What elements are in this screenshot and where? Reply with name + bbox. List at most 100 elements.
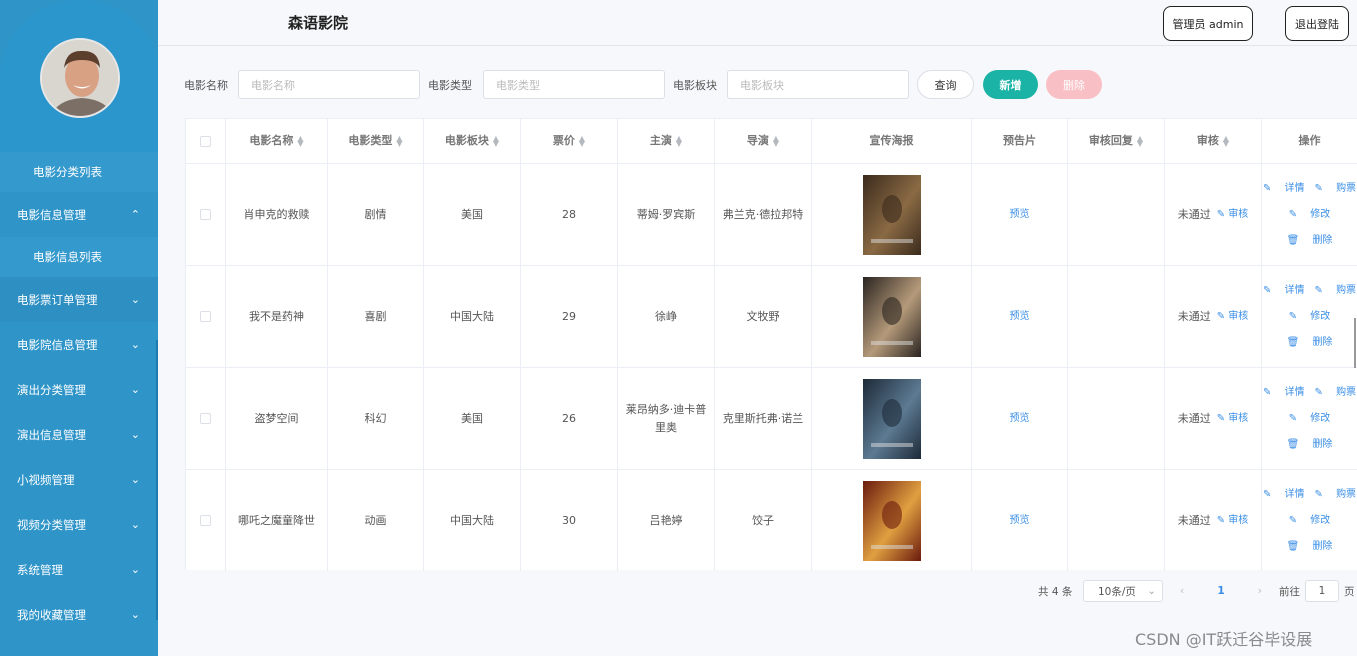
buy-ticket-button[interactable]: ✎ 购票 bbox=[1315, 489, 1357, 500]
page-number-current[interactable]: 1 bbox=[1217, 585, 1224, 597]
prev-page-icon[interactable]: ‹ bbox=[1180, 585, 1184, 597]
query-button[interactable]: 查询 bbox=[917, 70, 974, 99]
detail-button[interactable]: ✎ 详情 bbox=[1263, 183, 1305, 194]
sort-icon[interactable]: ▲ ▼ bbox=[297, 135, 303, 148]
trailer-preview-link[interactable]: 预览 bbox=[1010, 308, 1030, 326]
sidebar-item[interactable]: 电影信息列表 bbox=[0, 237, 158, 277]
table-cell-price: 29 bbox=[521, 266, 618, 367]
poster-image[interactable] bbox=[862, 174, 921, 255]
detail-button[interactable]: ✎ 详情 bbox=[1263, 387, 1305, 398]
column-header-label: 操作 bbox=[1298, 134, 1321, 147]
table-cell-name: 盗梦空间 bbox=[226, 368, 328, 469]
detail-button[interactable]: ✎ 详情 bbox=[1263, 285, 1305, 296]
delete-row-button[interactable]: 🗑 删除 bbox=[1287, 235, 1333, 246]
sidebar-item[interactable]: 小视频管理 ⌄ bbox=[0, 457, 158, 502]
edit-icon: ✎ bbox=[1288, 412, 1301, 424]
audit-link[interactable]: ✎ 审核 bbox=[1217, 206, 1249, 224]
audit-link[interactable]: ✎ 审核 bbox=[1217, 410, 1249, 428]
ops-line: ✎ 修改 bbox=[1289, 206, 1331, 224]
add-button[interactable]: 新增 bbox=[983, 70, 1038, 99]
edit-label: 修改 bbox=[1310, 310, 1331, 322]
sidebar-item[interactable]: 演出信息管理 ⌄ bbox=[0, 412, 158, 457]
table-cell-poster bbox=[812, 470, 972, 571]
buy-ticket-button[interactable]: ✎ 购票 bbox=[1315, 285, 1357, 296]
edit-button[interactable]: ✎ 修改 bbox=[1289, 515, 1331, 526]
ops-line: ✎ 详情 ✎ 购票 bbox=[1263, 486, 1356, 504]
detail-button[interactable]: ✎ 详情 bbox=[1263, 489, 1305, 500]
sidebar-item[interactable]: 电影院信息管理 ⌄ bbox=[0, 322, 158, 367]
page-size-select[interactable]: 10条/页 ⌄ bbox=[1083, 580, 1163, 602]
row-checkbox[interactable] bbox=[200, 311, 211, 322]
cell-text: 美国 bbox=[461, 411, 483, 425]
select-all-checkbox[interactable] bbox=[200, 135, 211, 147]
movie-name-label: 电影名称 bbox=[184, 79, 228, 92]
table-cell-ops: ✎ 详情 ✎ 购票 ✎ 修改 🗑 删除 bbox=[1262, 266, 1357, 367]
table-cell-ops: ✎ 详情 ✎ 购票 ✎ 修改 🗑 删除 bbox=[1262, 368, 1357, 469]
table-row: 肖申克的救赎 剧情 美国 28 蒂姆·罗宾斯 弗兰克·德拉邦特 预览 未通过 ✎ 审核 ✎ 详情 ✎… bbox=[186, 163, 1357, 265]
pagination-total: 共 4 条 bbox=[1038, 585, 1073, 598]
next-page-icon[interactable]: › bbox=[1258, 585, 1262, 597]
sidebar-item[interactable]: 电影分类列表 bbox=[0, 152, 158, 192]
sidebar-item[interactable]: 视频分类管理 ⌄ bbox=[0, 502, 158, 547]
column-header-label: 审核回复 bbox=[1088, 134, 1133, 147]
edit-button[interactable]: ✎ 修改 bbox=[1289, 413, 1331, 424]
sidebar-scrollbar[interactable] bbox=[156, 340, 158, 620]
sort-icon[interactable]: ▲ ▼ bbox=[1223, 135, 1229, 148]
sort-icon[interactable]: ▲ ▼ bbox=[1137, 135, 1143, 148]
poster-image[interactable] bbox=[862, 480, 921, 561]
top-bar: 森语影院 管理员 admin 退出登陆 bbox=[158, 0, 1357, 46]
delete-row-button[interactable]: 🗑 删除 bbox=[1287, 439, 1333, 450]
sidebar-item[interactable]: 演出分类管理 ⌄ bbox=[0, 367, 158, 412]
audit-link-label: 审核 bbox=[1228, 208, 1249, 220]
delete-row-button[interactable]: 🗑 删除 bbox=[1287, 337, 1333, 348]
goto-page-input[interactable]: 1 bbox=[1305, 580, 1339, 602]
edit-button[interactable]: ✎ 修改 bbox=[1289, 311, 1331, 322]
audit-link[interactable]: ✎ 审核 bbox=[1217, 512, 1249, 530]
edit-icon: ✎ bbox=[1288, 310, 1301, 322]
ops-line: 🗑 删除 bbox=[1287, 334, 1333, 352]
movie-region-input[interactable]: 电影板块 bbox=[727, 70, 909, 99]
edit-icon: ✎ bbox=[1262, 386, 1275, 398]
edit-icon: ✎ bbox=[1216, 310, 1229, 322]
movie-name-input[interactable]: 电影名称 bbox=[238, 70, 420, 99]
movie-type-input[interactable]: 电影类型 bbox=[483, 70, 665, 99]
buy-ticket-button[interactable]: ✎ 购票 bbox=[1315, 387, 1357, 398]
sidebar-item[interactable]: 电影信息管理 ⌃ bbox=[0, 192, 158, 237]
edit-icon: ✎ bbox=[1262, 284, 1275, 296]
column-header: 审核回复 ▲ ▼ bbox=[1068, 119, 1165, 163]
cell-text: 科幻 bbox=[364, 411, 387, 425]
logout-button[interactable]: 退出登陆 bbox=[1285, 6, 1349, 41]
sort-icon[interactable]: ▲ ▼ bbox=[396, 135, 402, 148]
row-checkbox[interactable] bbox=[200, 413, 211, 424]
delete-button[interactable]: 删除 bbox=[1046, 70, 1102, 99]
poster-image[interactable] bbox=[862, 276, 921, 357]
poster-image[interactable] bbox=[862, 378, 921, 459]
row-checkbox[interactable] bbox=[200, 209, 211, 220]
table-cell-type: 喜剧 bbox=[328, 266, 424, 367]
trailer-preview-link[interactable]: 预览 bbox=[1010, 410, 1030, 428]
sort-icon[interactable]: ▲ ▼ bbox=[579, 135, 585, 148]
admin-button[interactable]: 管理员 admin bbox=[1163, 6, 1253, 41]
sidebar-item[interactable]: 我的收藏管理 ⌄ bbox=[0, 592, 158, 637]
delete-row-button[interactable]: 🗑 删除 bbox=[1287, 541, 1333, 552]
audit-link[interactable]: ✎ 审核 bbox=[1217, 308, 1249, 326]
sidebar-item[interactable]: 系统管理 ⌄ bbox=[0, 547, 158, 592]
trash-icon: 🗑 bbox=[1286, 336, 1303, 348]
trailer-preview-link[interactable]: 预览 bbox=[1010, 206, 1030, 224]
page-scrollbar[interactable] bbox=[1354, 318, 1356, 368]
sidebar-item[interactable]: 电影票订单管理 ⌄ bbox=[0, 277, 158, 322]
edit-button[interactable]: ✎ 修改 bbox=[1289, 209, 1331, 220]
sort-icon[interactable]: ▲ ▼ bbox=[773, 135, 779, 148]
table-cell-trailer: 预览 bbox=[972, 164, 1068, 265]
buy-ticket-button[interactable]: ✎ 购票 bbox=[1315, 183, 1357, 194]
sidebar-menu: 电影分类列表 电影信息管理 ⌃ 电影信息列表 电影票订单管理 ⌄ 电影院信息管理 ⌄ 演出分类管… bbox=[0, 152, 158, 637]
sort-icon[interactable]: ▲ ▼ bbox=[676, 135, 682, 148]
column-header: 导演 ▲ ▼ bbox=[715, 119, 812, 163]
trailer-preview-link[interactable]: 预览 bbox=[1010, 512, 1030, 530]
delete-label: 删除 bbox=[1312, 234, 1333, 246]
table-cell-check bbox=[186, 368, 226, 469]
row-checkbox[interactable] bbox=[200, 515, 211, 526]
sort-icon[interactable]: ▲ ▼ bbox=[493, 135, 499, 148]
pagination-pages: ‹ 1 › bbox=[1180, 580, 1262, 602]
table-cell-check bbox=[186, 470, 226, 571]
